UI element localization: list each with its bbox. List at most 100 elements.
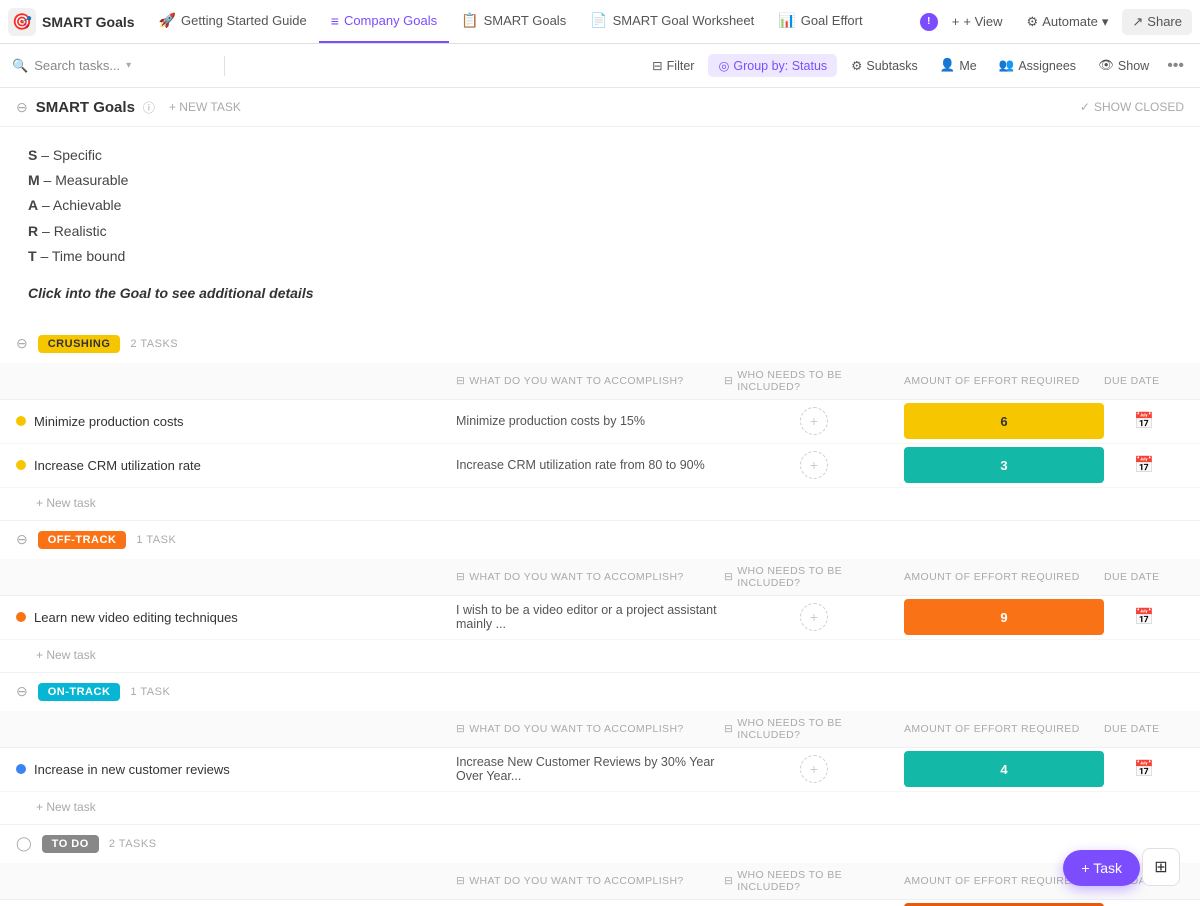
section-collapse-icon[interactable]: ⊖: [16, 99, 28, 116]
search-area[interactable]: 🔍 Search tasks... ▾: [12, 58, 212, 74]
col-headers-offtrack: ⊟ WHAT DO YOU WANT TO ACCOMPLISH? ⊟ WHO …: [0, 559, 1200, 596]
col-include: ⊟ WHO NEEDS TO BE INCLUDED?: [724, 717, 904, 741]
tab-company-goals[interactable]: ≡ Company Goals: [319, 0, 449, 43]
filter-button[interactable]: ⊟ Filter: [644, 54, 702, 77]
table-row[interactable]: Increase this year's net income increase…: [0, 900, 1200, 906]
due-date-cell: 📅: [1104, 607, 1184, 627]
status-badge-crushing: CRUSHING: [38, 335, 121, 353]
group-todo-collapse[interactable]: ◯: [16, 835, 32, 852]
status-badge-offtrack: OFF-TRACK: [38, 531, 127, 549]
info-icon[interactable]: ⓘ: [143, 99, 155, 116]
grid-view-button[interactable]: ⊞: [1142, 848, 1180, 886]
smart-timebound: T – Time bound: [28, 244, 1172, 269]
group-offtrack-collapse[interactable]: ⊖: [16, 531, 28, 548]
add-assignee-button[interactable]: +: [800, 451, 828, 479]
search-chevron-icon: ▾: [126, 60, 131, 71]
view-button[interactable]: + + View: [942, 9, 1013, 34]
col-due-date: DUE DATE: [1104, 375, 1184, 387]
smart-measurable: M – Measurable: [28, 168, 1172, 193]
filter-icon: ⊟: [652, 58, 662, 73]
group-on-track: ⊖ ON-TRACK 1 TASK ⊟ WHAT DO YOU WANT TO …: [0, 673, 1200, 825]
status-badge-todo: TO DO: [42, 835, 99, 853]
add-assignee-button[interactable]: +: [800, 755, 828, 783]
add-assignee-button[interactable]: +: [800, 407, 828, 435]
group-icon: ◎: [718, 58, 729, 73]
table-row[interactable]: Learn new video editing techniques I wis…: [0, 596, 1200, 640]
more-options-icon[interactable]: •••: [1163, 57, 1188, 75]
new-task-button[interactable]: + NEW TASK: [163, 98, 247, 116]
table-row[interactable]: Increase in new customer reviews Increas…: [0, 748, 1200, 792]
show-button[interactable]: 👁 Show: [1090, 54, 1157, 77]
offtrack-task-count: 1 TASK: [136, 534, 176, 546]
col-effort: AMOUNT OF EFFORT REQUIRED: [904, 375, 1104, 387]
add-assignee-button[interactable]: +: [800, 603, 828, 631]
add-new-task-ontrack[interactable]: + New task: [0, 792, 1200, 824]
col-headers-crushing: ⊟ WHAT DO YOU WANT TO ACCOMPLISH? ⊟ WHO …: [0, 363, 1200, 400]
company-goals-icon: ≡: [331, 13, 339, 29]
group-crushing-collapse[interactable]: ⊖: [16, 335, 28, 352]
add-new-task-offtrack[interactable]: + New task: [0, 640, 1200, 672]
effort-bar: 6: [904, 403, 1104, 439]
col-due-date: DUE DATE: [1104, 723, 1184, 735]
group-ontrack-header: ⊖ ON-TRACK 1 TASK: [0, 673, 1200, 711]
table-row[interactable]: Minimize production costs Minimize produ…: [0, 400, 1200, 444]
status-badge-ontrack: ON-TRACK: [38, 683, 121, 701]
getting-started-icon: 🚀: [159, 12, 176, 29]
notification-badge: !: [920, 13, 938, 31]
subtasks-button[interactable]: ⚙ Subtasks: [843, 54, 926, 77]
tab-smart-goal-worksheet[interactable]: 📄 SMART Goal Worksheet: [578, 0, 766, 43]
assignees-button[interactable]: 👥 Assignees: [991, 54, 1084, 77]
due-date-cell: 📅: [1104, 759, 1184, 779]
smart-description: S – Specific M – Measurable A – Achievab…: [0, 127, 1200, 325]
task-accomplish: Minimize production costs by 15%: [456, 414, 724, 428]
top-navigation: 🎯 SMART Goals 🚀 Getting Started Guide ≡ …: [0, 0, 1200, 44]
col-accomplish: ⊟ WHAT DO YOU WANT TO ACCOMPLISH?: [456, 571, 724, 583]
tab-getting-started[interactable]: 🚀 Getting Started Guide: [147, 0, 319, 43]
toolbar-divider: [224, 56, 225, 76]
effort-cell: 6: [904, 403, 1104, 439]
col-include: ⊟ WHO NEEDS TO BE INCLUDED?: [724, 565, 904, 589]
tab-goal-effort[interactable]: 📊 Goal Effort: [766, 0, 874, 43]
subtasks-icon: ⚙: [851, 58, 862, 73]
assignees-icon: 👥: [999, 58, 1015, 73]
calendar-icon[interactable]: 📅: [1134, 607, 1154, 627]
smart-realistic: R – Realistic: [28, 219, 1172, 244]
automate-button[interactable]: ⚙ Automate ▾: [1017, 9, 1119, 35]
group-todo-header: ◯ TO DO 2 TASKS: [0, 825, 1200, 863]
task-status-dot: [16, 416, 26, 426]
accomplish-icon: ⊟: [456, 571, 465, 583]
tab-smart-goals[interactable]: 📋 SMART Goals: [449, 0, 578, 43]
col-include: ⊟ WHO NEEDS TO BE INCLUDED?: [724, 369, 904, 393]
col-effort: AMOUNT OF EFFORT REQUIRED: [904, 723, 1104, 735]
include-icon: ⊟: [724, 571, 733, 583]
smart-goals-icon: 📋: [461, 12, 478, 29]
add-task-fab[interactable]: + Task: [1063, 850, 1140, 886]
table-row[interactable]: Increase CRM utilization rate Increase C…: [0, 444, 1200, 488]
group-ontrack-collapse[interactable]: ⊖: [16, 683, 28, 700]
col-effort: AMOUNT OF EFFORT REQUIRED: [904, 571, 1104, 583]
group-by-button[interactable]: ◎ Group by: Status: [708, 54, 837, 77]
crushing-task-count: 2 TASKS: [130, 338, 178, 350]
task-assignee: +: [724, 603, 904, 631]
show-closed-button[interactable]: ✓ SHOW CLOSED: [1080, 100, 1184, 114]
calendar-icon[interactable]: 📅: [1134, 411, 1154, 431]
add-new-task-crushing[interactable]: + New task: [0, 488, 1200, 520]
accomplish-icon: ⊟: [456, 875, 465, 887]
nav-right-actions: ! + + View ⚙ Automate ▾ ↗ Share: [920, 9, 1192, 35]
task-assignee: +: [724, 451, 904, 479]
automate-icon: ⚙: [1027, 14, 1039, 30]
col-headers-todo: ⊟ WHAT DO YOU WANT TO ACCOMPLISH? ⊟ WHO …: [0, 863, 1200, 900]
calendar-icon[interactable]: 📅: [1134, 759, 1154, 779]
calendar-icon[interactable]: 📅: [1134, 455, 1154, 475]
me-button[interactable]: 👤 Me: [932, 54, 985, 77]
share-icon: ↗: [1132, 14, 1143, 30]
share-button[interactable]: ↗ Share: [1122, 9, 1192, 35]
search-placeholder: Search tasks...: [34, 58, 120, 73]
include-icon: ⊟: [724, 723, 733, 735]
smart-specific: S – Specific: [28, 143, 1172, 168]
app-title: 🎯 SMART Goals: [8, 8, 135, 36]
checkmark-icon: ✓: [1080, 100, 1090, 114]
smart-achievable: A – Achievable: [28, 193, 1172, 218]
task-name: Increase in new customer reviews: [34, 762, 230, 777]
group-crushing: ⊖ CRUSHING 2 TASKS ⊟ WHAT DO YOU WANT TO…: [0, 325, 1200, 521]
